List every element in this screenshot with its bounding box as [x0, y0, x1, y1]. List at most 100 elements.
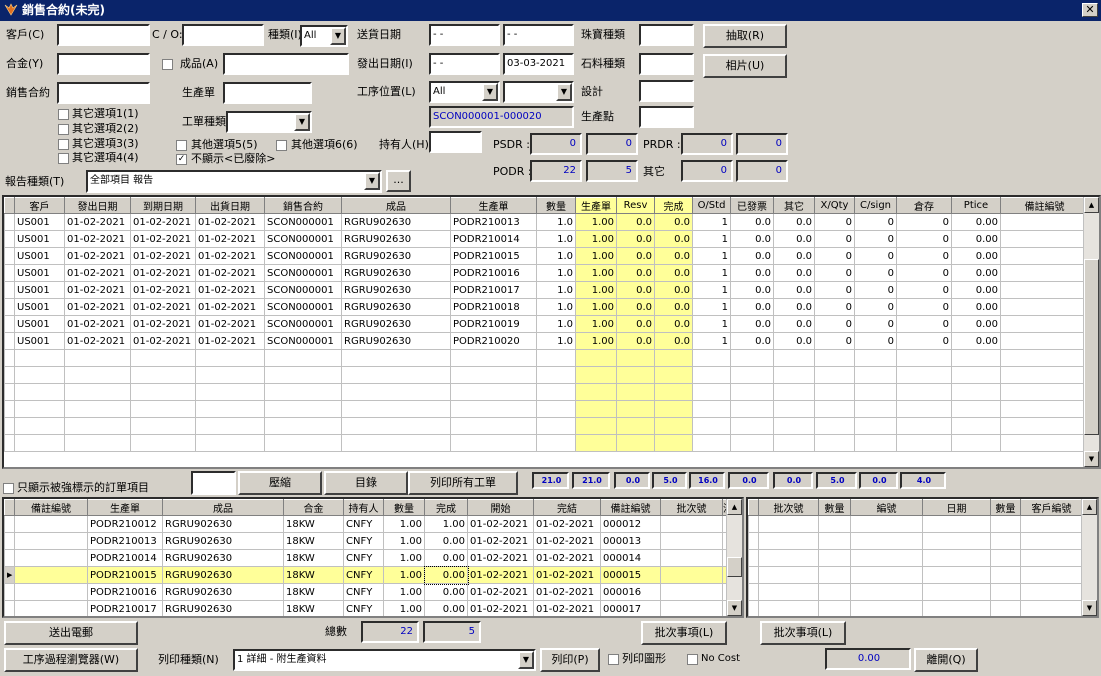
highlight-input[interactable]: [191, 471, 236, 495]
column-header[interactable]: 數量: [818, 499, 851, 516]
column-header[interactable]: 客戶: [14, 197, 65, 214]
column-header[interactable]: 生產單: [87, 499, 163, 516]
batch-grid[interactable]: 批次號 數量 編號 日期 數量 客戶編號 ▲ ▼: [746, 497, 1099, 618]
process-select[interactable]: All ▼: [429, 81, 500, 103]
stone-type-input[interactable]: [639, 53, 694, 75]
table-row[interactable]: [4, 366, 1089, 384]
process-select-2[interactable]: ▼: [503, 81, 574, 103]
table-row[interactable]: [748, 515, 1083, 533]
extract-button[interactable]: 抽取(R): [703, 24, 787, 48]
scroll-down-icon[interactable]: ▼: [1082, 600, 1097, 616]
column-header[interactable]: 數量: [383, 499, 425, 516]
chevron-down-icon[interactable]: ▼: [482, 83, 498, 101]
column-header[interactable]: 持有人: [343, 499, 384, 516]
table-row[interactable]: PODR210012 RGRU902630 18KW CNFY 1.00 1.00 01-0…: [4, 515, 729, 533]
column-header[interactable]: 批次號: [758, 499, 819, 516]
batch-items-button-1[interactable]: 批次事項(L): [641, 621, 727, 645]
column-header[interactable]: 數量: [990, 499, 1021, 516]
shrink-button[interactable]: 壓縮: [238, 471, 322, 495]
table-row[interactable]: US001 01-02-2021 01-02-2021 01-02-2021 SCON0…: [4, 281, 1089, 299]
table-row[interactable]: US001 01-02-2021 01-02-2021 01-02-2021 SCON0…: [4, 264, 1089, 282]
column-header[interactable]: 數量: [536, 197, 576, 214]
print-type-select[interactable]: 1 詳細 - 附生產資料 ▼: [233, 649, 536, 671]
scroll-thumb[interactable]: [727, 557, 742, 577]
customer-input[interactable]: [57, 24, 150, 46]
table-row[interactable]: [4, 349, 1089, 367]
issue-date-from[interactable]: - -: [429, 53, 500, 75]
product-input[interactable]: [223, 53, 349, 75]
close-icon[interactable]: ✕: [1082, 3, 1098, 17]
only-highlight-checkbox[interactable]: [3, 483, 14, 494]
gold-input[interactable]: [57, 53, 150, 75]
column-header[interactable]: 已發票: [730, 197, 774, 214]
table-row[interactable]: PODR210014 RGRU902630 18KW CNFY 1.00 0.00 01-0…: [4, 549, 729, 567]
column-header[interactable]: 批次號: [660, 499, 723, 516]
other-option-1-checkbox[interactable]: [58, 109, 69, 120]
batch-items-button-2[interactable]: 批次事項(L): [760, 621, 846, 645]
table-row[interactable]: PODR210017 RGRU902630 18KW CNFY 1.00 0.00 01-0…: [4, 600, 729, 616]
table-row[interactable]: [4, 400, 1089, 418]
table-row[interactable]: US001 01-02-2021 01-02-2021 01-02-2021 SCON0…: [4, 247, 1089, 265]
chevron-down-icon[interactable]: ▼: [330, 27, 346, 45]
chevron-down-icon[interactable]: ▼: [294, 113, 310, 131]
scroll-up-icon[interactable]: ▲: [727, 499, 742, 515]
column-header[interactable]: Ptice: [951, 197, 1001, 214]
exit-button[interactable]: 離開(Q): [914, 648, 978, 672]
print-graph-checkbox[interactable]: [608, 654, 619, 665]
scroll-up-icon[interactable]: ▲: [1082, 499, 1097, 515]
design-input[interactable]: [639, 80, 694, 102]
table-row[interactable]: [4, 383, 1089, 401]
ship-date-from[interactable]: - -: [429, 24, 500, 46]
table-row[interactable]: US001 01-02-2021 01-02-2021 01-02-2021 SCON0…: [4, 298, 1089, 316]
column-header[interactable]: 完成: [654, 197, 693, 214]
column-header[interactable]: 出貨日期: [195, 197, 265, 214]
batch-grid-scrollbar[interactable]: ▲ ▼: [1081, 499, 1097, 616]
scroll-down-icon[interactable]: ▼: [1084, 451, 1099, 467]
worktype-select[interactable]: ▼: [226, 111, 312, 133]
column-header[interactable]: 生產單: [575, 197, 617, 214]
table-row[interactable]: US001 01-02-2021 01-02-2021 01-02-2021 SCON0…: [4, 315, 1089, 333]
product-checkbox[interactable]: [162, 59, 173, 70]
column-header[interactable]: 銷售合約: [264, 197, 342, 214]
main-grid[interactable]: 客戶 發出日期 到期日期 出貨日期 銷售合約 成品 生產單 數量 生產單 Resv 完成 O/Std 已…: [2, 195, 1101, 469]
chevron-down-icon[interactable]: ▼: [556, 83, 572, 101]
co-input[interactable]: [182, 24, 264, 46]
print-all-button[interactable]: 列印所有工單: [408, 471, 518, 495]
holder-input[interactable]: [429, 131, 482, 153]
main-grid-scrollbar[interactable]: ▲ ▼: [1083, 197, 1099, 467]
column-header[interactable]: 倉存: [896, 197, 952, 214]
other-option-2-checkbox[interactable]: [58, 124, 69, 135]
column-header[interactable]: 成品: [341, 197, 451, 214]
table-row[interactable]: PODR210013 RGRU902630 18KW CNFY 1.00 0.00 01-0…: [4, 532, 729, 550]
ship-date-to[interactable]: - -: [503, 24, 574, 46]
photo-button[interactable]: 相片(U): [703, 54, 787, 78]
column-header[interactable]: C/sign: [854, 197, 897, 214]
production-grid-scrollbar[interactable]: ▲ ▼: [726, 499, 742, 616]
column-header[interactable]: 日期: [922, 499, 991, 516]
process-browser-button[interactable]: 工序過程瀏覽器(W): [4, 648, 138, 672]
column-header[interactable]: 發出日期: [64, 197, 131, 214]
column-header[interactable]: X/Qty: [814, 197, 855, 214]
other-option-5-checkbox[interactable]: [176, 140, 187, 151]
column-header[interactable]: 備註編號: [600, 499, 661, 516]
column-header[interactable]: 編號: [850, 499, 923, 516]
other-option-3-checkbox[interactable]: [58, 139, 69, 150]
column-header[interactable]: 開始: [467, 499, 534, 516]
table-row[interactable]: [748, 549, 1083, 567]
table-row[interactable]: PODR210016 RGRU902630 18KW CNFY 1.00 0.00 01-0…: [4, 583, 729, 601]
report-type-select[interactable]: 全部項目 報告 ▼: [86, 170, 382, 193]
table-row[interactable]: US001 01-02-2021 01-02-2021 01-02-2021 SCON0…: [4, 332, 1089, 350]
type-select[interactable]: All ▼: [300, 25, 348, 47]
table-row[interactable]: [748, 600, 1083, 616]
chevron-down-icon[interactable]: ▼: [518, 651, 534, 669]
prod-point-input[interactable]: [639, 106, 694, 128]
column-header[interactable]: O/Std: [692, 197, 731, 214]
print-button[interactable]: 列印(P): [540, 648, 600, 672]
table-row[interactable]: [748, 583, 1083, 601]
report-type-browse-button[interactable]: ...: [386, 170, 411, 192]
jewel-type-input[interactable]: [639, 24, 694, 46]
column-header[interactable]: 備註編號: [1000, 197, 1089, 214]
column-header[interactable]: 合金: [283, 499, 344, 516]
chevron-down-icon[interactable]: ▼: [364, 172, 380, 190]
issue-date-to[interactable]: 03-03-2021: [503, 53, 574, 75]
